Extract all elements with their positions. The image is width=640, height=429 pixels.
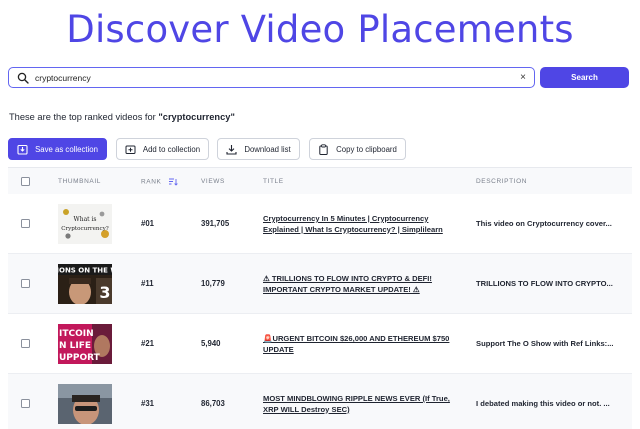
results-summary: These are the top ranked videos for "cry… <box>9 112 235 122</box>
header-rank-label: RANK <box>141 178 162 186</box>
views-value: 5,940 <box>201 339 221 348</box>
views-value: 86,703 <box>201 399 225 408</box>
video-thumbnail[interactable]: What is Cryptocurrency? <box>58 204 112 244</box>
description-value: I debated making this video or not. ... <box>476 399 610 408</box>
row-checkbox[interactable] <box>21 399 30 408</box>
thumb-text-3: UPPORT <box>59 353 101 363</box>
rank-value: #11 <box>141 279 154 288</box>
row-checkbox[interactable] <box>21 219 30 228</box>
rank-value: #21 <box>141 339 155 348</box>
save-as-collection-label: Save as collection <box>35 144 98 154</box>
save-icon <box>17 144 28 155</box>
thumbnail-image <box>58 384 112 424</box>
header-description: DESCRIPTION <box>476 178 528 185</box>
row-checkbox[interactable] <box>21 279 30 288</box>
clear-search-icon[interactable]: × <box>520 72 526 83</box>
header-rank[interactable]: RANK <box>141 178 178 186</box>
video-title-link[interactable]: 🚨URGENT BITCOIN $26,000 AND ETHEREUM $75… <box>263 334 453 355</box>
thumb-text-1: What is <box>74 216 97 223</box>
download-list-label: Download list <box>244 144 291 154</box>
clipboard-icon <box>319 143 328 155</box>
video-title-link[interactable]: ⚠ TRILLIONS TO FLOW INTO CRYPTO & DEFI! … <box>263 274 453 295</box>
search-field[interactable]: × <box>8 67 535 88</box>
thumb-text-2: Cryptocurrency? <box>61 226 109 232</box>
views-value: 10,779 <box>201 279 225 288</box>
results-query: "cryptocurrency" <box>158 112 235 122</box>
rank-value: #01 <box>141 219 155 228</box>
copy-to-clipboard-label: Copy to clipboard <box>336 144 397 154</box>
sort-icon[interactable] <box>168 178 178 186</box>
thumbnail-image: LIONS ON THE W 3 <box>58 264 112 304</box>
copy-to-clipboard-button[interactable]: Copy to clipboard <box>309 138 406 160</box>
thumb-text-2: N LIFE <box>59 341 91 351</box>
video-thumbnail[interactable] <box>58 384 112 424</box>
video-thumbnail[interactable]: LIONS ON THE W 3 <box>58 264 112 304</box>
description-value: TRILLIONS TO FLOW INTO CRYPTO... <box>476 279 613 288</box>
select-all-checkbox[interactable] <box>21 177 30 186</box>
table-header: THUMBNAIL RANK VIEWS TITLE DESCRIPTION <box>8 167 632 195</box>
table-row[interactable]: #31 86,703 MOST MINDBLOWING RIPPLE NEWS … <box>8 374 632 429</box>
thumb-text-1: LIONS ON THE W <box>58 267 112 275</box>
row-checkbox[interactable] <box>21 339 30 348</box>
search-icon <box>17 72 29 84</box>
rank-value: #31 <box>141 399 155 408</box>
search-input[interactable] <box>35 68 521 87</box>
save-as-collection-button[interactable]: Save as collection <box>8 138 107 160</box>
description-value: This video on Cryptocurrency cover... <box>476 219 612 228</box>
header-title: TITLE <box>263 178 284 185</box>
video-thumbnail[interactable]: ITCOIN N LIFE UPPORT <box>58 324 112 364</box>
table-row[interactable]: LIONS ON THE W 3 #11 10,779 ⚠ TRILLIONS … <box>8 254 632 314</box>
thumbnail-image: What is Cryptocurrency? <box>58 204 112 244</box>
add-to-collection-button[interactable]: Add to collection <box>116 138 209 160</box>
download-icon <box>226 144 237 155</box>
description-value: Support The O Show with Ref Links:... <box>476 339 614 348</box>
results-prefix: These are the top ranked videos for <box>9 112 159 122</box>
thumb-text-2: 3 <box>99 283 110 302</box>
search-button[interactable]: Search <box>540 67 629 88</box>
add-to-collection-label: Add to collection <box>142 144 201 154</box>
download-list-button[interactable]: Download list <box>217 138 300 160</box>
page-title: Discover Video Placements <box>66 8 574 51</box>
add-collection-icon <box>125 145 136 154</box>
table-row[interactable]: ITCOIN N LIFE UPPORT #21 5,940 🚨URGENT B… <box>8 314 632 374</box>
thumb-text-1: ITCOIN <box>59 329 94 339</box>
header-thumbnail: THUMBNAIL <box>58 178 101 185</box>
thumbnail-image: ITCOIN N LIFE UPPORT <box>58 324 112 364</box>
header-views: VIEWS <box>201 178 225 185</box>
video-title-link[interactable]: MOST MINDBLOWING RIPPLE NEWS EVER (If Tr… <box>263 394 453 415</box>
views-value: 391,705 <box>201 219 230 228</box>
table-row[interactable]: What is Cryptocurrency? #01 391,705 Cryp… <box>8 194 632 254</box>
video-title-link[interactable]: Cryptocurrency In 5 Minutes | Cryptocurr… <box>263 214 453 235</box>
